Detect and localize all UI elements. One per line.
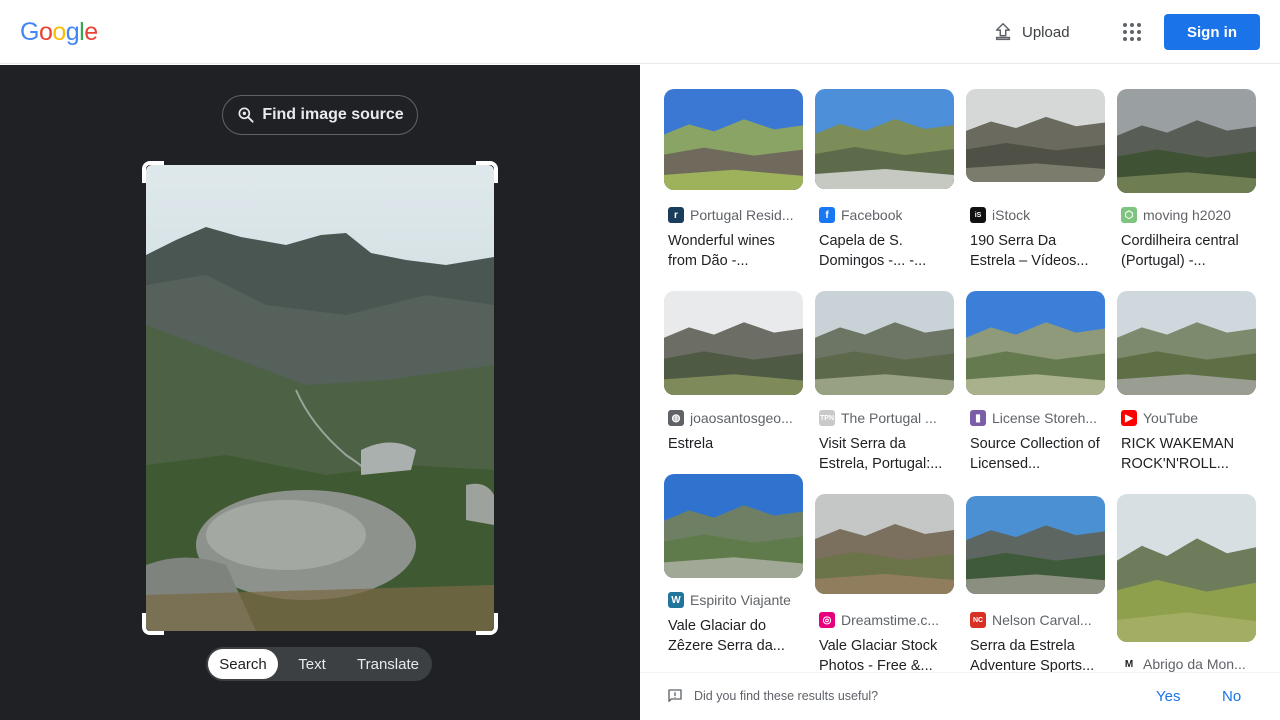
feedback-yes-button[interactable]: Yes [1156, 688, 1180, 705]
crop-handle-bottom-right[interactable] [476, 613, 498, 635]
source-favicon-icon: iS [970, 207, 986, 223]
result-title[interactable]: 190 Serra Da Estrela – Vídeos... [970, 231, 1104, 271]
result-title[interactable]: Estrela [668, 434, 802, 454]
feedback-question: Did you find these results useful? [694, 689, 879, 703]
result-thumbnail[interactable] [815, 89, 954, 189]
upload-button[interactable]: Upload [992, 20, 1070, 44]
result-source[interactable]: M Abrigo da Mon... [1121, 655, 1257, 673]
result-source-name: License Storeh... [992, 410, 1098, 426]
result-title[interactable]: Source Collection of Licensed... [970, 434, 1104, 474]
result-title[interactable]: Cordilheira central (Portugal) -... [1121, 231, 1255, 271]
mode-search-tab[interactable]: Search [208, 649, 278, 679]
result-source-name: YouTube [1143, 410, 1199, 426]
source-favicon-icon: r [668, 207, 684, 223]
logo-letter: o [38, 18, 53, 46]
logo-letter: e [84, 18, 98, 46]
result-title[interactable]: Vale Glaciar Stock Photos - Free &... [819, 636, 953, 675]
apps-grid-icon[interactable] [1118, 18, 1146, 46]
result-thumbnail[interactable] [664, 474, 803, 578]
top-bar: Google Upload Sign in [0, 0, 1280, 64]
visual-matches-grid: r Portugal Resid... Wonderful wines from D… [640, 65, 1280, 675]
query-image-panel: Find image source Search Text Translate [0, 65, 640, 720]
result-source[interactable]: TPN The Portugal ... [819, 409, 955, 427]
query-image [146, 165, 494, 631]
result-source[interactable]: ◎ Dreamstime.c... [819, 611, 955, 629]
logo-letter: G [20, 18, 39, 46]
find-image-source-button[interactable]: Find image source [222, 95, 418, 135]
feedback-icon [668, 689, 682, 702]
result-source-name: Espirito Viajante [690, 592, 791, 608]
result-source[interactable]: iS iStock [970, 206, 1106, 224]
mode-switcher: Search Text Translate [206, 647, 432, 681]
source-favicon-icon: M [1121, 656, 1137, 672]
result-thumbnail[interactable] [1117, 291, 1256, 395]
result-source[interactable]: ◍ joaosantosgeo... [668, 409, 804, 427]
mode-text-tab[interactable]: Text [278, 649, 346, 679]
result-source-name: Portugal Resid... [690, 207, 794, 223]
result-source[interactable]: W Espirito Viajante [668, 591, 804, 609]
result-thumbnail[interactable] [966, 89, 1105, 182]
result-thumbnail[interactable] [815, 494, 954, 594]
crop-handle-bottom-left[interactable] [142, 613, 164, 635]
crop-selection[interactable] [142, 161, 498, 635]
result-thumbnail[interactable] [966, 291, 1105, 395]
result-source[interactable]: f Facebook [819, 206, 955, 224]
result-thumbnail[interactable] [1117, 494, 1256, 642]
result-thumbnail[interactable] [664, 89, 803, 190]
mode-translate-tab[interactable]: Translate [346, 649, 430, 679]
result-source[interactable]: ▶ YouTube [1121, 409, 1257, 427]
result-source-name: joaosantosgeo... [690, 410, 793, 426]
result-title[interactable]: Serra da Estrela Adventure Sports... [970, 636, 1104, 675]
google-logo[interactable]: Google [20, 18, 98, 47]
result-title[interactable]: RICK WAKEMAN ROCK'N'ROLL... [1121, 434, 1255, 474]
crop-handle-top-right[interactable] [476, 161, 498, 183]
result-source-name: The Portugal ... [841, 410, 937, 426]
upload-icon [995, 23, 1011, 41]
source-favicon-icon: f [819, 207, 835, 223]
source-favicon-icon: NC [970, 612, 986, 628]
logo-letter: o [52, 18, 66, 46]
result-source[interactable]: ▮ License Storeh... [970, 409, 1106, 427]
result-thumbnail[interactable] [966, 496, 1105, 594]
crop-handle-top-left[interactable] [142, 161, 164, 183]
result-source[interactable]: ⬡ moving h2020 [1121, 206, 1257, 224]
result-thumbnail[interactable] [664, 291, 803, 395]
source-favicon-icon: ▶ [1121, 410, 1137, 426]
source-favicon-icon: ⬡ [1121, 207, 1137, 223]
result-source-name: iStock [992, 207, 1031, 223]
source-favicon-icon: ◍ [668, 410, 684, 426]
upload-label: Upload [1022, 23, 1070, 41]
result-thumbnail[interactable] [1117, 89, 1256, 193]
result-source-name: moving h2020 [1143, 207, 1231, 223]
source-favicon-icon: TPN [819, 410, 835, 426]
result-title[interactable]: Visit Serra da Estrela, Portugal:... [819, 434, 953, 474]
result-source-name: Dreamstime.c... [841, 612, 940, 628]
feedback-no-button[interactable]: No [1222, 688, 1241, 705]
logo-letter: g [65, 18, 80, 46]
result-thumbnail[interactable] [815, 291, 954, 395]
result-source-name: Facebook [841, 207, 903, 223]
result-source[interactable]: r Portugal Resid... [668, 206, 804, 224]
result-source[interactable]: NC Nelson Carval... [970, 611, 1106, 629]
result-source-name: Nelson Carval... [992, 612, 1092, 628]
source-favicon-icon: ▮ [970, 410, 986, 426]
lens-search-icon [238, 107, 254, 123]
result-title[interactable]: Wonderful wines from Dão -... [668, 231, 802, 271]
find-image-source-label: Find image source [262, 106, 404, 123]
result-source-name: Abrigo da Mon... [1143, 656, 1246, 672]
sign-in-button[interactable]: Sign in [1164, 14, 1260, 50]
feedback-bar: Did you find these results useful? Yes N… [640, 672, 1280, 720]
source-favicon-icon: W [668, 592, 684, 608]
result-title[interactable]: Capela de S. Domingos -... -... [819, 231, 953, 271]
result-title[interactable]: Vale Glaciar do Zêzere Serra da... [668, 616, 802, 656]
source-favicon-icon: ◎ [819, 612, 835, 628]
